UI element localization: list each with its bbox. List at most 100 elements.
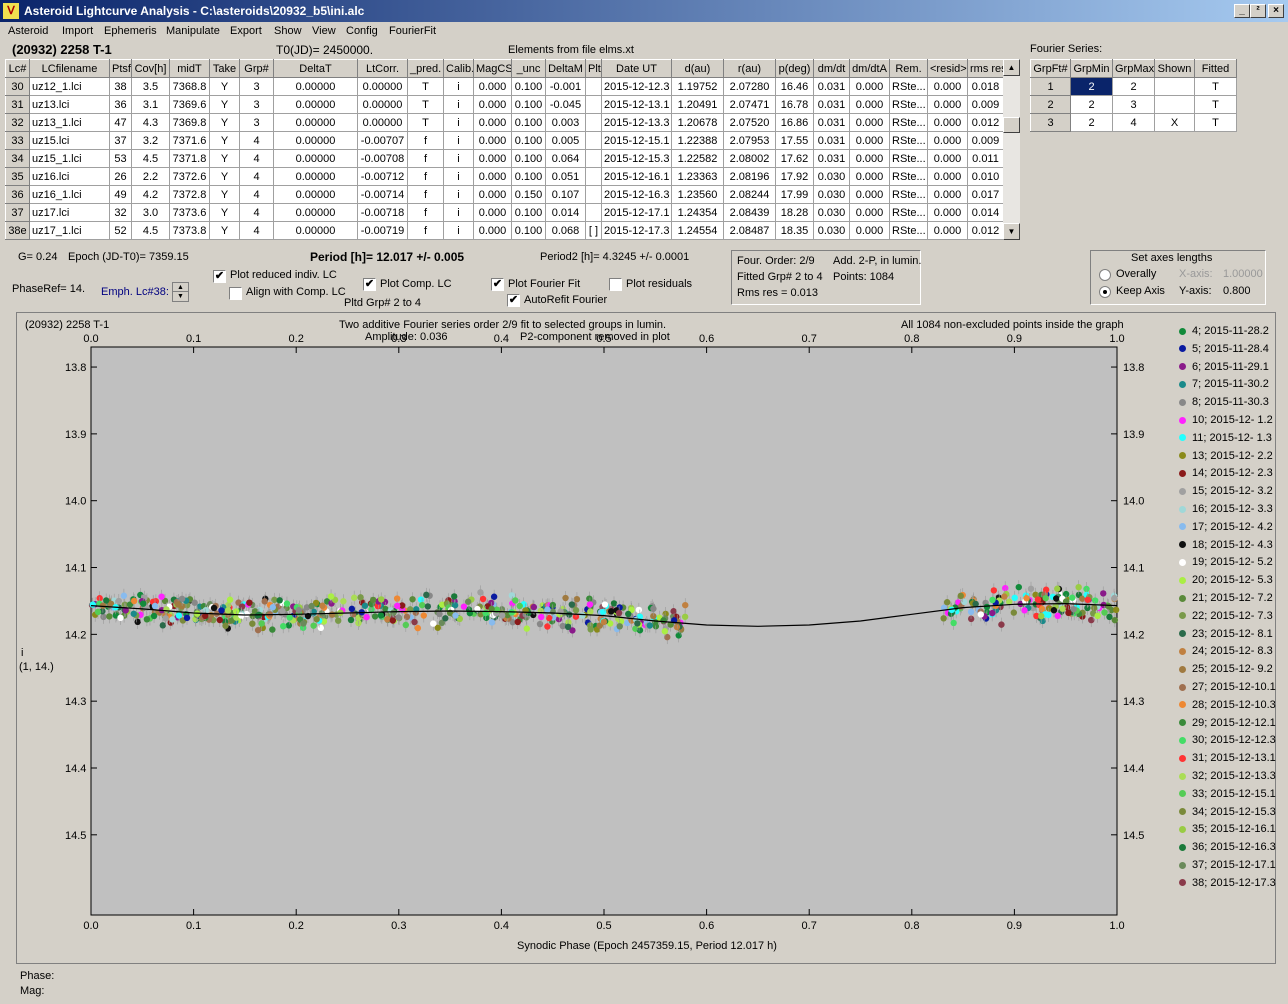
column-header[interactable]: dm/dtA	[849, 59, 890, 78]
table-cell[interactable]: uz15_1.lci	[29, 149, 110, 168]
table-cell[interactable]: 0.00000	[273, 77, 358, 96]
column-header[interactable]: _unc	[511, 59, 546, 78]
table-cell[interactable]: 0.000	[473, 149, 512, 168]
table-cell[interactable]: 0.000	[927, 221, 968, 240]
column-header[interactable]: Fitted	[1194, 59, 1237, 78]
table-cell[interactable]: 0.000	[927, 167, 968, 186]
table-cell[interactable]: 3.5	[131, 77, 170, 96]
table-cell[interactable]: 7373.6	[169, 203, 210, 222]
table-cell[interactable]: 2.2	[131, 167, 170, 186]
table-cell[interactable]: 4	[239, 185, 274, 204]
column-header[interactable]: Calib.	[443, 59, 474, 78]
table-cell[interactable]: 17.99	[775, 185, 814, 204]
table-cell[interactable]: 18.28	[775, 203, 814, 222]
table-cell[interactable]: RSte...	[889, 185, 928, 204]
table-cell[interactable]: 4	[239, 149, 274, 168]
table-cell[interactable]: 17.55	[775, 131, 814, 150]
table-cell[interactable]: 0.000	[473, 185, 512, 204]
table-cell[interactable]: 0.00000	[273, 203, 358, 222]
table-cell[interactable]: 18.35	[775, 221, 814, 240]
table-cell[interactable]: Y	[209, 203, 240, 222]
table-cell[interactable]: Y	[209, 149, 240, 168]
menu-export[interactable]: Export	[230, 25, 262, 37]
table-cell[interactable]: 2.07471	[723, 95, 776, 114]
table-scrollbar[interactable]: ▲ ▼	[1003, 59, 1020, 240]
table-cell[interactable]: 38e	[5, 221, 30, 240]
table-cell[interactable]: 0.00000	[357, 77, 408, 96]
column-header[interactable]: Rem.	[889, 59, 928, 78]
scroll-up-icon[interactable]: ▲	[1003, 59, 1020, 76]
fourier-row[interactable]: 122T	[1030, 77, 1237, 96]
table-cell[interactable]: 7372.6	[169, 167, 210, 186]
table-cell[interactable]: Y	[209, 95, 240, 114]
table-cell[interactable]: 1.20678	[671, 113, 724, 132]
table-cell[interactable]: 0.000	[849, 113, 890, 132]
column-header[interactable]: Ptsf	[109, 59, 132, 78]
table-cell[interactable]: 0.012	[967, 113, 1004, 132]
table-cell[interactable]: 0.150	[511, 185, 546, 204]
table-cell[interactable]: 2.08244	[723, 185, 776, 204]
table-cell[interactable]: 0.068	[545, 221, 586, 240]
table-cell[interactable]: 0.030	[813, 167, 850, 186]
table-cell[interactable]: 37	[109, 131, 132, 150]
table-cell[interactable]: 1.20491	[671, 95, 724, 114]
table-cell[interactable]: RSte...	[889, 167, 928, 186]
table-cell[interactable]: 0.000	[927, 95, 968, 114]
table-cell[interactable]: 0.100	[511, 113, 546, 132]
table-cell[interactable]: 2.08002	[723, 149, 776, 168]
table-cell[interactable]: 0.00000	[273, 167, 358, 186]
fourier-cell[interactable]	[1154, 95, 1195, 114]
table-cell[interactable]: uz13_1.lci	[29, 113, 110, 132]
table-cell[interactable]: 2.07520	[723, 113, 776, 132]
menu-show[interactable]: Show	[274, 25, 302, 37]
table-cell[interactable]: 7369.6	[169, 95, 210, 114]
table-cell[interactable]: 0.000	[473, 221, 512, 240]
fourier-cell[interactable]: 2	[1030, 95, 1071, 114]
table-cell[interactable]: 2015-12-15.1	[601, 131, 672, 150]
column-header[interactable]: MagCS	[473, 59, 512, 78]
table-cell[interactable]: 3	[239, 113, 274, 132]
table-cell[interactable]: 0.000	[473, 167, 512, 186]
table-cell[interactable]: RSte...	[889, 221, 928, 240]
plot-reduced-checkbox[interactable]: ✔	[213, 270, 226, 283]
table-cell[interactable]: RSte...	[889, 203, 928, 222]
table-cell[interactable]: 2.07953	[723, 131, 776, 150]
table-cell[interactable]: 1.22582	[671, 149, 724, 168]
table-cell[interactable]: 0.000	[473, 113, 512, 132]
table-cell[interactable]: 0.000	[849, 77, 890, 96]
table-cell[interactable]: 4.3	[131, 113, 170, 132]
fourier-cell[interactable]	[1154, 77, 1195, 96]
table-cell[interactable]: 52	[109, 221, 132, 240]
plot-area[interactable]: 0.0 0.0 0.1 0.1 0.2 0.2 0.3 0.3 0.4 0.4 0.5 0.5 0.6 0…	[16, 312, 1276, 964]
menu-ephemeris[interactable]: Ephemeris	[104, 25, 157, 37]
table-cell[interactable]: 0.030	[813, 221, 850, 240]
table-cell[interactable]: 36	[5, 185, 30, 204]
table-cell[interactable]: uz15.lci	[29, 131, 110, 150]
table-cell[interactable]	[585, 167, 602, 186]
table-cell[interactable]: f	[407, 185, 444, 204]
table-cell[interactable]: 2015-12-16.3	[601, 185, 672, 204]
table-cell[interactable]: 0.030	[813, 185, 850, 204]
table-cell[interactable]: 26	[109, 167, 132, 186]
table-cell[interactable]: RSte...	[889, 95, 928, 114]
table-cell[interactable]: 0.009	[967, 95, 1004, 114]
fourier-cell[interactable]: 2	[1112, 77, 1155, 96]
menu-config[interactable]: Config	[346, 25, 378, 37]
table-cell[interactable]: i	[443, 131, 474, 150]
scroll-thumb[interactable]	[1003, 117, 1020, 133]
table-cell[interactable]: 0.031	[813, 131, 850, 150]
menu-view[interactable]: View	[312, 25, 336, 37]
fourier-cell[interactable]: T	[1194, 95, 1237, 114]
fourier-cell[interactable]: 2	[1070, 95, 1113, 114]
table-cell[interactable]: 2.08196	[723, 167, 776, 186]
table-cell[interactable]: uz16.lci	[29, 167, 110, 186]
column-header[interactable]: rms res	[967, 59, 1004, 78]
table-cell[interactable]: f	[407, 131, 444, 150]
spin-down-icon[interactable]: ▼	[173, 292, 188, 301]
table-cell[interactable]: 0.000	[849, 167, 890, 186]
table-cell[interactable]: 4.5	[131, 149, 170, 168]
table-cell[interactable]: 0.00000	[273, 185, 358, 204]
menu-import[interactable]: Import	[62, 25, 93, 37]
table-cell[interactable]: 17.62	[775, 149, 814, 168]
table-row[interactable]: 33 uz15.lci 37 3.2 7371.6 Y 4 0.00000 -0.00707 f i…	[5, 131, 1004, 150]
